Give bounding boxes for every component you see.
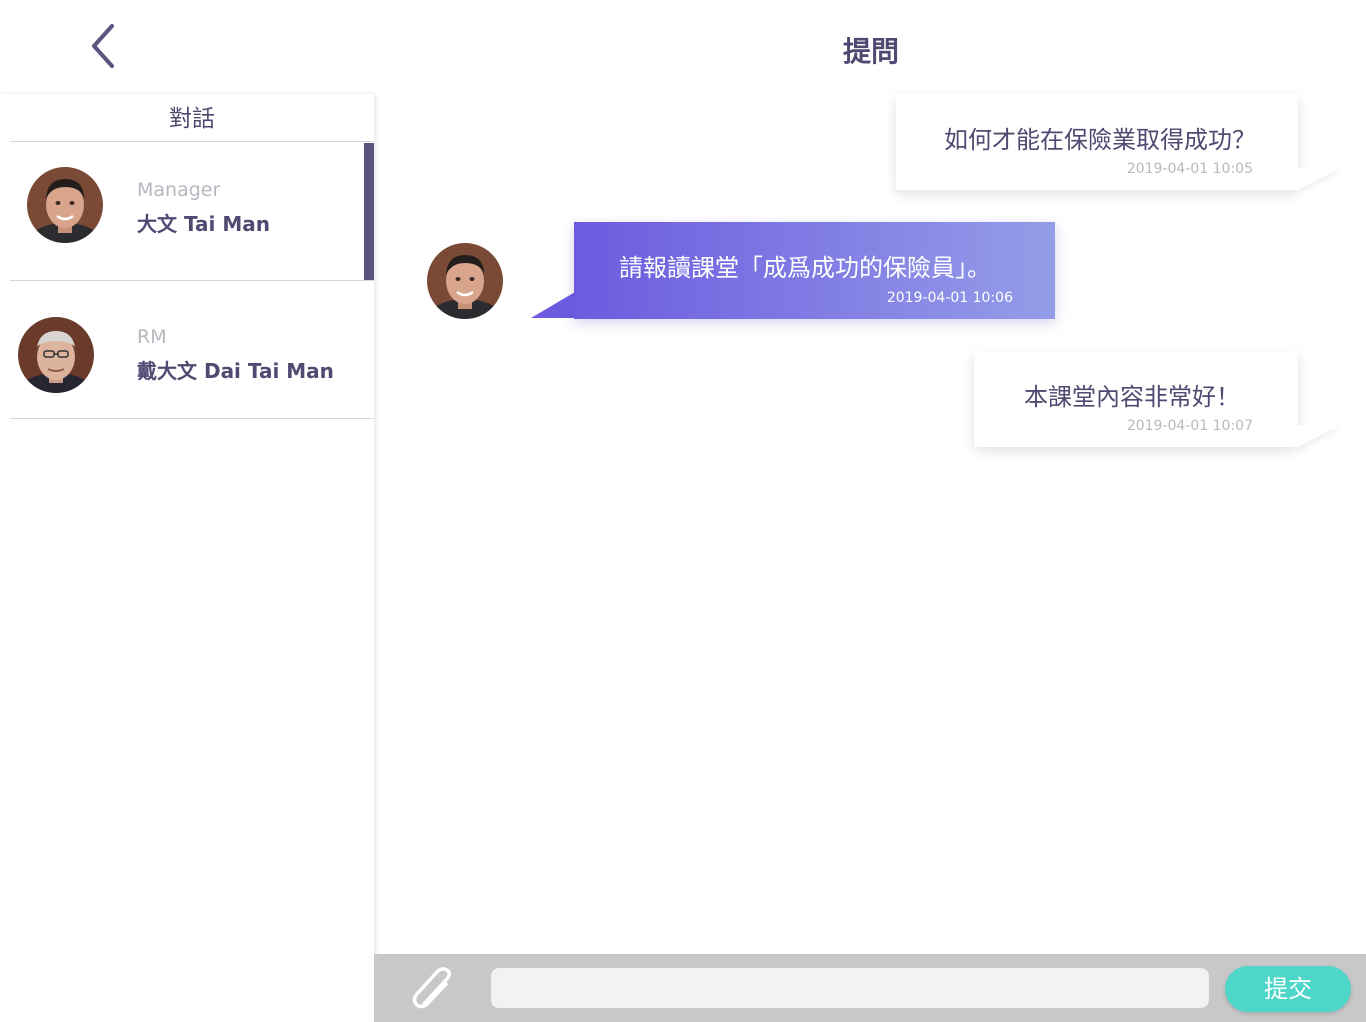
top-bar: 提問 (0, 0, 1366, 94)
composer-bar: 提交 (374, 954, 1366, 1022)
bubble-tail (531, 292, 575, 318)
paperclip-icon (412, 967, 451, 1009)
page-title: 提問 (842, 35, 899, 68)
conversation-name: 大文 Tai Man (137, 212, 270, 236)
message-timestamp: 2019-04-01 10:07 (1126, 418, 1253, 434)
message-text: 請報讀課堂「成爲成功的保險員」。 (619, 254, 991, 282)
conversation-item-manager[interactable]: Manager 大文 Tai Man (10, 143, 374, 281)
message-text: 如何才能在保險業取得成功？ (944, 126, 1256, 154)
attach-button[interactable] (408, 966, 456, 1010)
chat-area: 如何才能在保險業取得成功？ 2019-04-01 10:05 請報讀課堂「成爲成… (376, 94, 1366, 954)
submit-button[interactable]: 提交 (1225, 966, 1351, 1012)
conversation-item-rm[interactable]: RM 戴大文 Dai Tai Man (10, 281, 374, 419)
chevron-left-icon (92, 24, 114, 68)
message-text: 本課堂內容非常好！ (1024, 383, 1240, 411)
bubble-tail (1298, 168, 1340, 190)
bubble-tail (1298, 425, 1340, 447)
sidebar-title: 對話 (10, 94, 374, 142)
conversation-name: 戴大文 Dai Tai Man (137, 359, 334, 383)
avatar (427, 243, 503, 319)
avatar (27, 167, 103, 243)
message-bubble-outgoing: 如何才能在保險業取得成功？ 2019-04-01 10:05 (896, 94, 1298, 190)
conversation-role: RM (137, 326, 167, 348)
conversation-role: Manager (137, 179, 221, 201)
conversation-sidebar: 對話 Manager 大文 Tai Man RM 戴大文 Dai Tai Man (0, 94, 374, 1022)
back-button[interactable] (84, 20, 124, 72)
message-bubble-outgoing: 本課堂內容非常好！ 2019-04-01 10:07 (974, 351, 1298, 447)
avatar (18, 317, 94, 393)
message-timestamp: 2019-04-01 10:05 (1126, 161, 1253, 177)
message-bubble-incoming: 請報讀課堂「成爲成功的保險員」。 2019-04-01 10:06 (574, 222, 1055, 319)
message-timestamp: 2019-04-01 10:06 (886, 290, 1013, 306)
message-input[interactable] (491, 968, 1209, 1008)
active-indicator (364, 143, 374, 280)
